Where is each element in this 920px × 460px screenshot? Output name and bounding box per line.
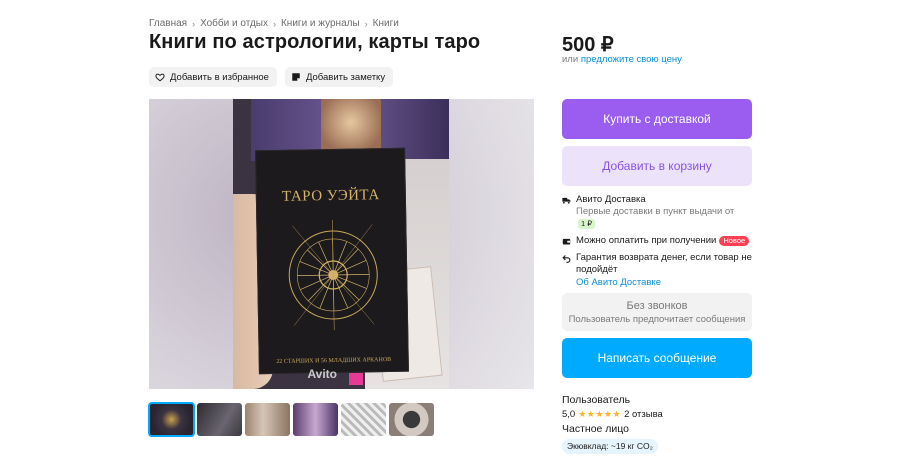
breadcrumb-books-magazines[interactable]: Книги и журналы (281, 18, 360, 29)
wallet-icon (562, 238, 571, 245)
tarot-box-caption: 22 СТАРШИХ И 56 МЛАДШИХ АРКАНОВ (276, 356, 392, 365)
chevron-right-icon: › (192, 18, 196, 29)
thumbnail-strip (148, 402, 434, 437)
seller-reviews-link[interactable]: 2 отзыва (624, 408, 663, 421)
thumbnail-1[interactable] (148, 402, 195, 437)
note-icon (292, 73, 300, 81)
tarot-box-title: ТАРО УЭЙТА (281, 187, 380, 205)
breadcrumb-home[interactable]: Главная (149, 18, 187, 29)
add-favorite-label: Добавить в избранное (170, 71, 269, 83)
page-title: Книги по астрологии, карты таро (149, 31, 481, 53)
breadcrumb-hobby[interactable]: Хобби и отдых (200, 18, 268, 29)
add-note-button[interactable]: Добавить заметку (284, 67, 394, 87)
truck-icon (562, 197, 571, 204)
new-badge: Новое (719, 236, 750, 246)
thumbnail-2[interactable] (197, 403, 242, 436)
offer-or: или (562, 54, 579, 65)
return-arrow-icon (562, 255, 571, 263)
listing-actions: Добавить в избранное Добавить заметку (149, 67, 394, 87)
thumbnail-6[interactable] (389, 403, 434, 436)
add-note-label: Добавить заметку (305, 71, 386, 83)
sun-emblem-icon (288, 219, 378, 330)
no-calls-title: Без звонков (626, 300, 688, 312)
no-calls-text: Пользователь предпочитает сообщения (568, 314, 746, 325)
seller-info: Пользователь 5,0 ★★★★★ 2 отзыва Частное … (562, 394, 663, 454)
thumbnail-4[interactable] (293, 403, 338, 436)
chevron-right-icon: › (364, 18, 368, 29)
thumbnail-5[interactable] (341, 403, 386, 436)
guarantee-text: Гарантия возврата денег, если товар не п… (576, 252, 752, 275)
tarot-box: ТАРО УЭЙТА 22 СТАРШИХ И 56 МЛАДШИХ АРКАН… (255, 147, 409, 375)
about-delivery-link[interactable]: Об Авито Доставке (562, 277, 752, 289)
buy-with-delivery-button[interactable]: Купить с доставкой (562, 99, 752, 139)
avito-watermark: Avito (307, 367, 337, 381)
chevron-right-icon: › (272, 18, 276, 29)
star-rating-icon: ★★★★★ (578, 409, 622, 419)
delivery-price-badge: 1 ₽ (578, 219, 596, 229)
breadcrumb: Главная › Хобби и отдых › Книги и журнал… (149, 18, 399, 29)
add-to-cart-button[interactable]: Добавить в корзину (562, 146, 752, 186)
eco-contribution-badge[interactable]: Экювклад: ~19 кг CO₂ (562, 439, 658, 454)
delivery-info: Авито Доставка Первые доставки в пункт в… (562, 194, 752, 289)
add-favorite-button[interactable]: Добавить в избранное (149, 67, 277, 87)
offer-line: или предложите свою цену (562, 54, 682, 65)
pay-on-receipt-text: Можно оплатить при получении (576, 235, 717, 246)
breadcrumb-books[interactable]: Книги (373, 18, 399, 29)
write-message-button[interactable]: Написать сообщение (562, 338, 752, 378)
heart-icon (155, 73, 165, 82)
thumbnail-3[interactable] (245, 403, 290, 436)
delivery-subtitle: Первые доставки в пункт выдачи от (576, 206, 735, 217)
seller-rating: 5,0 (562, 409, 576, 420)
no-calls-notice: Без звонков Пользователь предпочитает со… (562, 293, 752, 331)
main-photo[interactable]: ТАРО УЭЙТА 22 СТАРШИХ И 56 МЛАДШИХ АРКАН… (149, 99, 534, 389)
seller-name[interactable]: Пользователь (562, 394, 663, 407)
offer-price-link[interactable]: предложите свою цену (581, 54, 682, 65)
delivery-title: Авито Доставка (576, 194, 646, 205)
seller-type: Частное лицо (562, 423, 630, 435)
photo-image: ТАРО УЭЙТА 22 СТАРШИХ И 56 МЛАДШИХ АРКАН… (233, 99, 449, 389)
